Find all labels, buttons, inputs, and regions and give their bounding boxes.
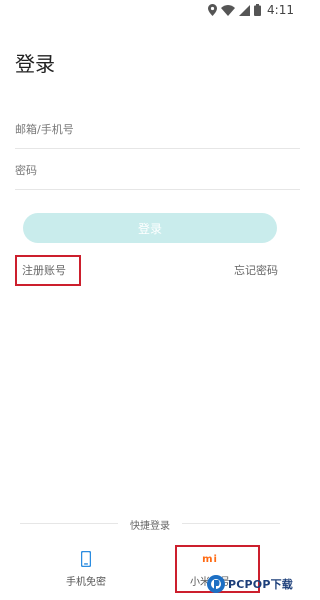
pcpop-logo-icon [207,575,225,593]
phone-login-label: 手机免密 [66,577,106,588]
status-icons: 4:11 [208,2,294,18]
watermark-text: PCPOP下载 [228,578,294,591]
quick-login-label: 快捷登录 [130,521,170,532]
watermark: PCPOP下载 [206,573,293,595]
phone-icon [81,551,91,567]
battery-icon [254,4,262,16]
phone-login-button[interactable]: 手机免密 [41,550,131,590]
email-field[interactable] [15,109,300,149]
password-field[interactable] [15,150,300,190]
status-bar: 4:11 [0,0,300,20]
password-field-underline [15,189,300,190]
email-field-container [15,109,300,149]
register-highlight-box [15,255,81,286]
wifi-icon [221,4,236,16]
password-field-container [15,150,300,190]
forgot-password-link[interactable]: 忘记密码 [234,262,278,278]
page-title: 登录 [15,52,55,76]
signal-icon [239,4,251,16]
location-icon [208,4,218,16]
email-field-underline [15,148,300,149]
login-button[interactable]: 登录 [23,213,277,243]
status-time: 4:11 [267,3,294,17]
